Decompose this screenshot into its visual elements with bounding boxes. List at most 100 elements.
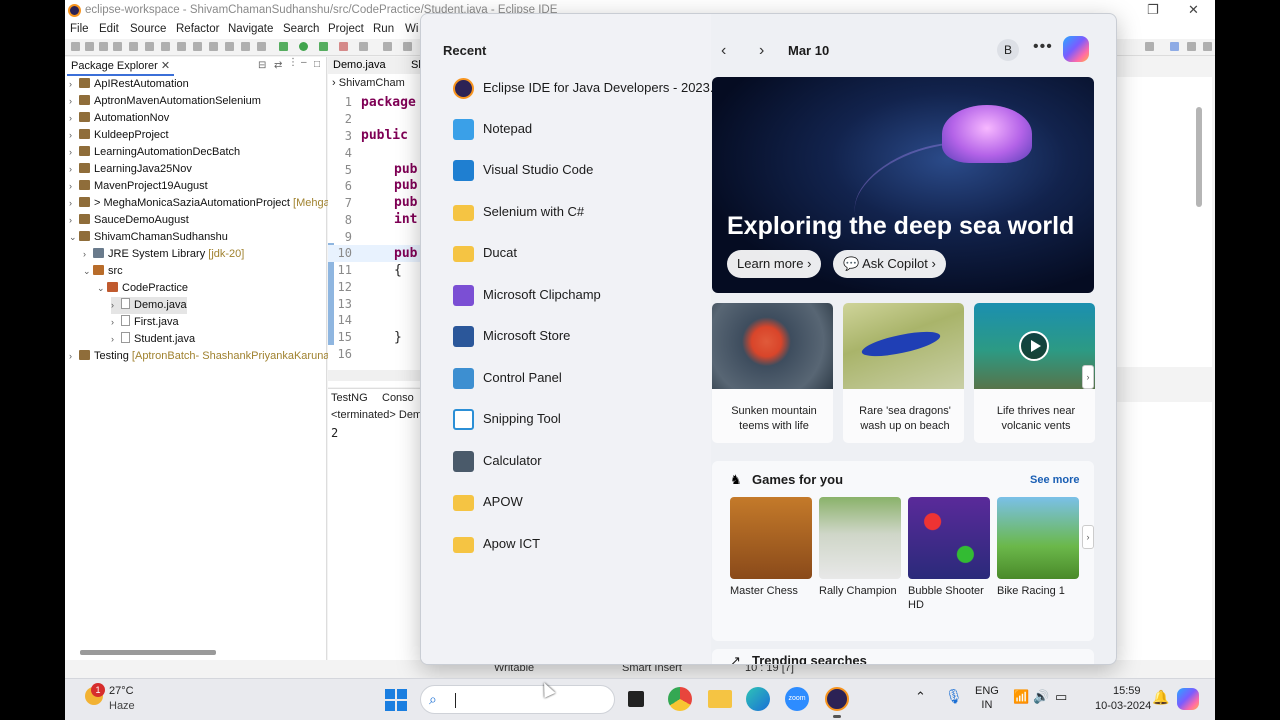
- eclipse-taskbar-icon[interactable]: [825, 687, 849, 711]
- game-tile[interactable]: Bubble Shooter HD: [908, 497, 990, 612]
- code-keyword[interactable]: int: [394, 212, 417, 227]
- recent-folder-selenium[interactable]: Selenium with C#: [443, 194, 711, 230]
- taskbar-search-input[interactable]: ⌕: [420, 685, 615, 714]
- recent-folder-apow-ict[interactable]: Apow ICT: [443, 526, 711, 562]
- editor-horizontal-scrollbar[interactable]: [328, 370, 420, 381]
- menu-window[interactable]: Wi: [405, 23, 418, 35]
- tree-item-package[interactable]: ⌄ CodePractice: [97, 280, 188, 297]
- file-explorer-icon[interactable]: [708, 690, 732, 708]
- learn-more-button[interactable]: Learn more ›: [727, 250, 822, 278]
- maximize-icon[interactable]: □: [314, 59, 320, 70]
- tree-item-project[interactable]: › KuldeepProject: [69, 127, 169, 144]
- recent-app-vscode[interactable]: Visual Studio Code: [443, 152, 711, 188]
- news-card[interactable]: Sunken mountain teems with life: [712, 303, 833, 443]
- terminal-icon[interactable]: [129, 42, 138, 51]
- code-brace[interactable]: {: [394, 263, 402, 278]
- save-icon[interactable]: [85, 42, 94, 51]
- play-icon[interactable]: [1019, 331, 1049, 361]
- git-perspective-icon[interactable]: [1203, 42, 1212, 51]
- stop-icon[interactable]: [161, 42, 170, 51]
- menu-project[interactable]: Project: [328, 23, 364, 35]
- debug-perspective-icon[interactable]: [1187, 42, 1196, 51]
- menu-run[interactable]: Run: [373, 23, 394, 35]
- tree-item-project[interactable]: › Testing [AptronBatch- ShashankPriyankaK…: [69, 348, 342, 365]
- recent-app-store[interactable]: Microsoft Store: [443, 318, 711, 354]
- recent-app-snipping-tool[interactable]: Snipping Tool: [443, 401, 711, 437]
- weather-temp[interactable]: 27°C: [109, 685, 134, 697]
- tree-item-project[interactable]: › MavenProject19August: [69, 178, 208, 195]
- chevron-up-icon[interactable]: ⌃: [915, 689, 926, 705]
- wifi-icon[interactable]: 📶: [1013, 689, 1029, 705]
- news-card[interactable]: Life thrives near volcanic vents: [974, 303, 1095, 443]
- menu-navigate[interactable]: Navigate: [228, 23, 273, 35]
- tree-item-src[interactable]: ⌄ src: [83, 263, 123, 280]
- see-more-link[interactable]: See more: [1030, 474, 1080, 486]
- horizontal-scrollbar[interactable]: [80, 650, 216, 655]
- java-perspective-icon[interactable]: [1170, 42, 1179, 51]
- code-keyword[interactable]: package: [361, 95, 416, 110]
- recent-folder-apow[interactable]: APOW: [443, 484, 711, 520]
- menu-source[interactable]: Source: [130, 23, 166, 35]
- menu-file[interactable]: File: [70, 23, 89, 35]
- notifications-bell-icon[interactable]: 🔔: [1152, 689, 1169, 706]
- search-icon[interactable]: [403, 42, 412, 51]
- save-all-icon[interactable]: [99, 42, 108, 51]
- tree-item-project-expanded[interactable]: ⌄ ShivamChamanSudhanshu: [69, 229, 228, 246]
- find-icon[interactable]: [1145, 42, 1154, 51]
- avatar[interactable]: B: [997, 39, 1019, 61]
- trending-searches-section[interactable]: ↗ Trending searches: [712, 649, 1094, 664]
- language-indicator[interactable]: ENG IN: [975, 685, 999, 711]
- run-icon[interactable]: [299, 42, 308, 51]
- new-icon[interactable]: [71, 42, 80, 51]
- weather-desc[interactable]: Haze: [109, 700, 135, 712]
- tree-item-project[interactable]: › LearningAutomationDecBatch: [69, 144, 240, 161]
- recent-app-eclipse[interactable]: Eclipse IDE for Java Developers - 2023..…: [443, 70, 721, 106]
- skip-icon[interactable]: [145, 42, 154, 51]
- use-step-filters-icon[interactable]: [241, 42, 250, 51]
- recent-app-calculator[interactable]: Calculator: [443, 443, 711, 479]
- tab-console[interactable]: Conso: [382, 392, 414, 404]
- menu-refactor[interactable]: Refactor: [176, 23, 219, 35]
- hero-story-card[interactable]: Exploring the deep sea world Learn more …: [712, 77, 1094, 293]
- tree-item-project[interactable]: › ApIRestAutomation: [69, 76, 189, 93]
- copilot-taskbar-icon[interactable]: [1177, 688, 1199, 710]
- copilot-icon[interactable]: [1063, 36, 1089, 62]
- step-icon[interactable]: [177, 42, 186, 51]
- news-card[interactable]: Rare 'sea dragons' wash up on beach: [843, 303, 964, 443]
- tree-item-project[interactable]: › SauceDemoAugust: [69, 212, 189, 229]
- tree-item-project[interactable]: › LearningJava25Nov: [69, 161, 192, 178]
- code-keyword[interactable]: pub: [394, 195, 417, 210]
- link-editor-icon[interactable]: ⇄: [274, 60, 282, 71]
- chevron-right-icon[interactable]: ›: [759, 42, 764, 60]
- tree-item-project[interactable]: › AutomationNov: [69, 110, 169, 127]
- menu-search[interactable]: Search: [283, 23, 319, 35]
- game-tile[interactable]: Rally Champion: [819, 497, 901, 598]
- task-view-icon[interactable]: [628, 691, 644, 707]
- recent-app-clipchamp[interactable]: Microsoft Clipchamp: [443, 277, 711, 313]
- drop-frame-icon[interactable]: [225, 42, 234, 51]
- tree-item-file-selected[interactable]: › Demo.java: [111, 297, 187, 314]
- volume-icon[interactable]: 🔊: [1033, 689, 1049, 705]
- tree-item-project[interactable]: › > MeghaMonicaSaziaAutomationProject [Me…: [69, 195, 332, 212]
- view-menu-icon[interactable]: ⋮: [288, 57, 298, 68]
- code-keyword[interactable]: pub: [394, 178, 417, 193]
- recent-folder-ducat[interactable]: Ducat: [443, 235, 711, 271]
- external-tools-icon[interactable]: [339, 42, 348, 51]
- chevron-right-icon[interactable]: ›: [1082, 525, 1094, 549]
- restore-icon[interactable]: ❐: [1147, 2, 1159, 18]
- code-keyword[interactable]: pub: [394, 162, 417, 177]
- clock-time[interactable]: 15:59: [1113, 685, 1141, 697]
- step-return-icon[interactable]: [209, 42, 218, 51]
- debug-icon[interactable]: [279, 42, 288, 51]
- edge-icon[interactable]: [746, 687, 770, 711]
- minimize-icon[interactable]: –: [301, 57, 307, 68]
- clock-date[interactable]: 10-03-2024: [1095, 700, 1151, 712]
- open-perspective-icon[interactable]: [257, 42, 266, 51]
- vertical-scrollbar[interactable]: [1196, 107, 1202, 207]
- battery-icon[interactable]: ▭: [1055, 689, 1067, 705]
- recent-app-notepad[interactable]: Notepad: [443, 111, 711, 147]
- close-icon[interactable]: ✕: [161, 60, 170, 72]
- print-icon[interactable]: [113, 42, 122, 51]
- new-class-icon[interactable]: [359, 42, 368, 51]
- code-keyword[interactable]: public: [361, 128, 408, 143]
